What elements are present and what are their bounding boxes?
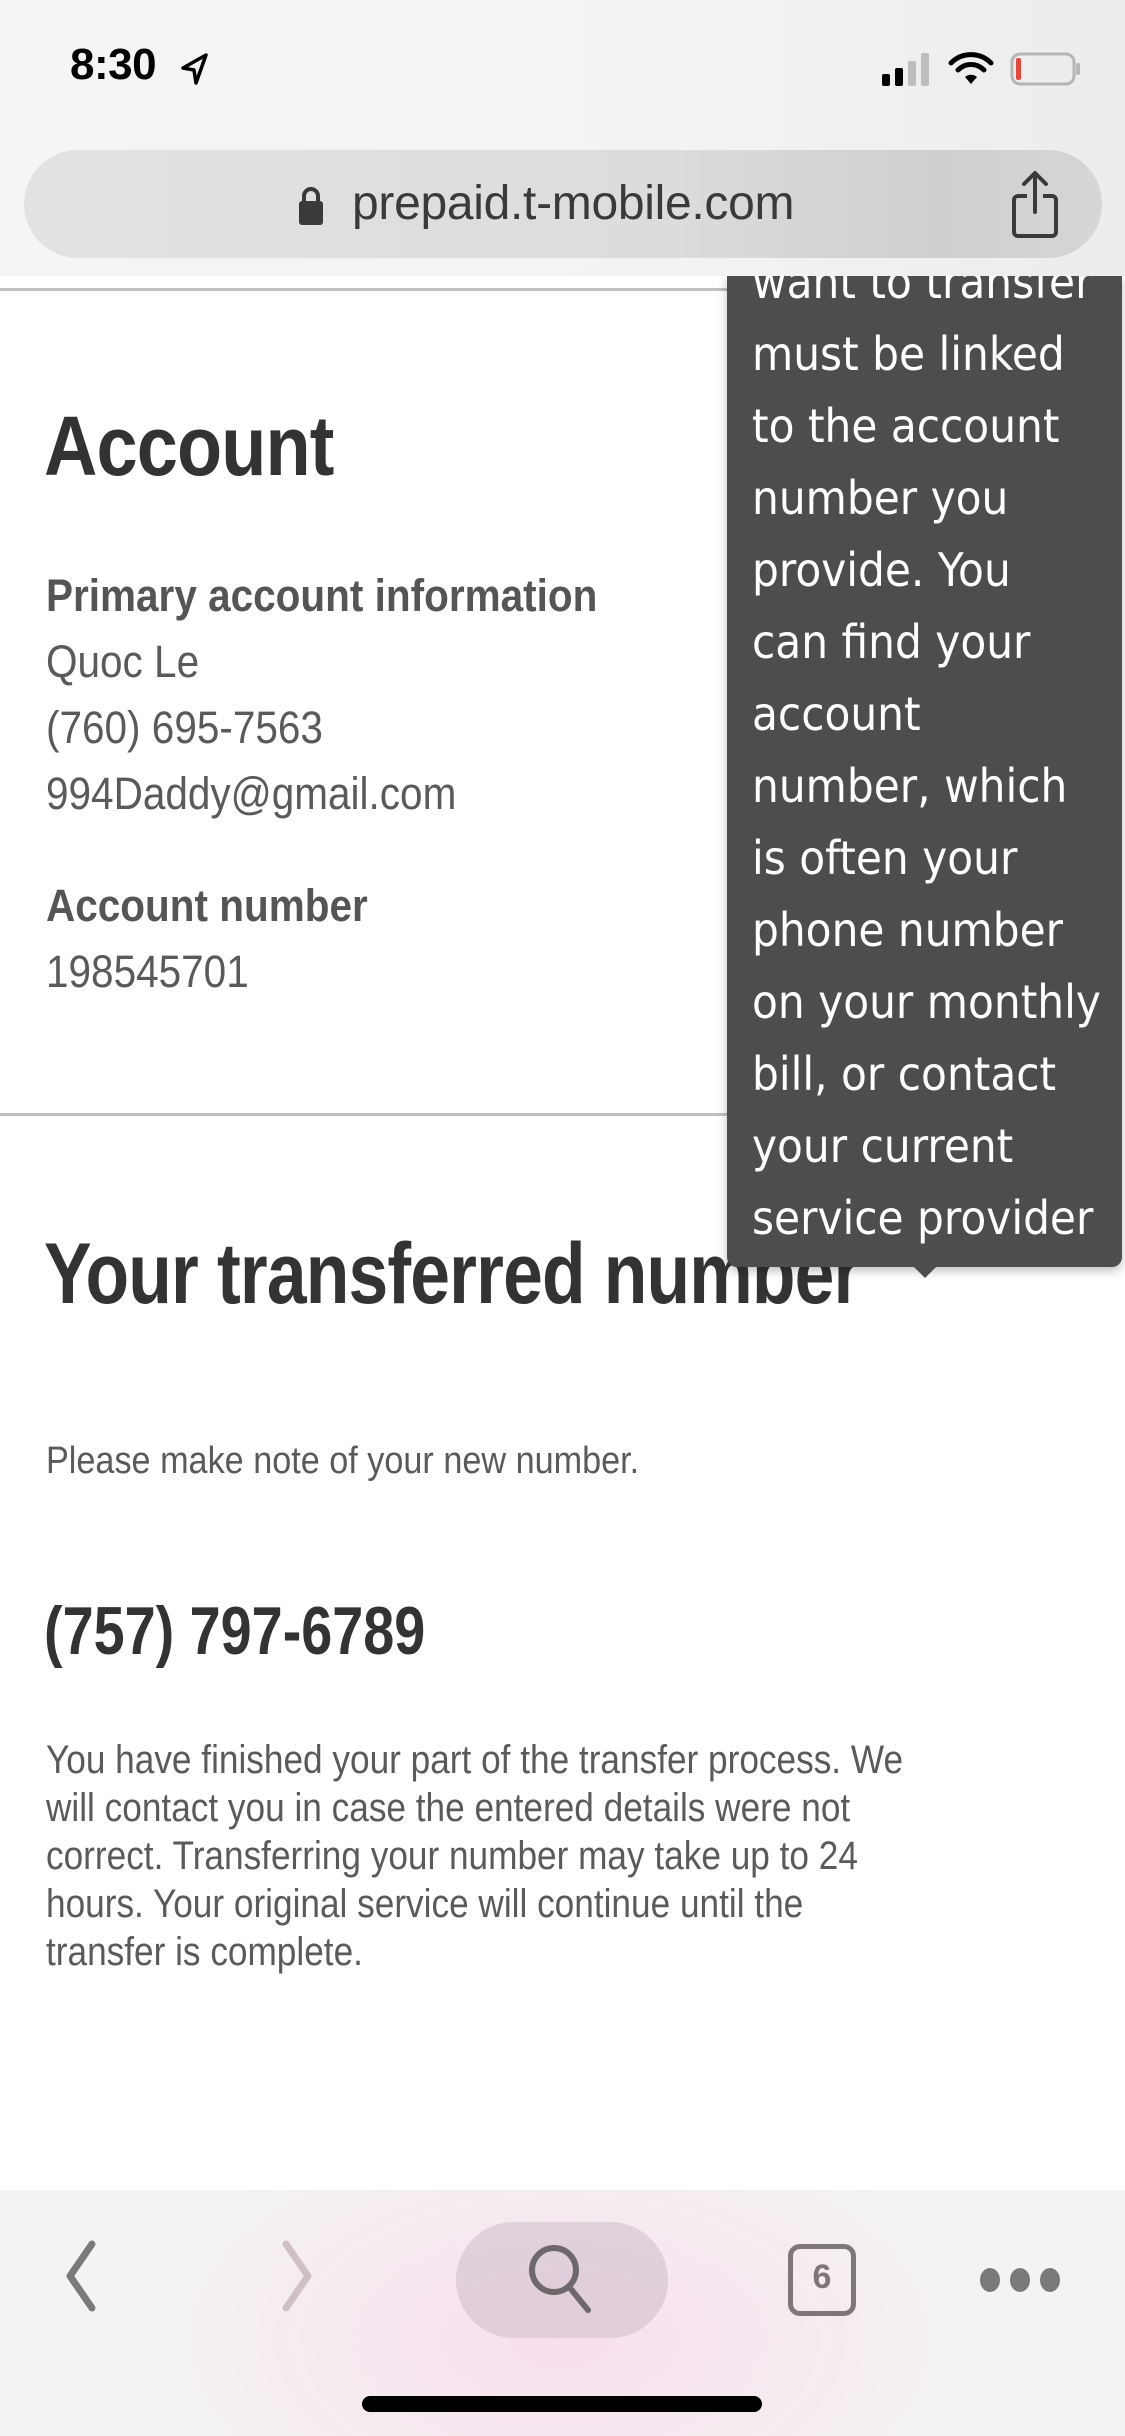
home-indicator[interactable] (362, 2396, 762, 2412)
tooltip-text: want to transfer must be linked to the a… (752, 246, 1101, 1254)
tabs-button[interactable]: 6 (788, 2244, 858, 2318)
browser-top-chrome: 8:30 prepaid.t-mobile.com (0, 0, 1125, 276)
new-phone-number: (757) 797-6789 (44, 1593, 426, 1669)
account-email: 994Daddy@gmail.com (46, 768, 457, 819)
section-divider (0, 288, 727, 291)
tooltip-line: service provider (752, 1191, 1094, 1245)
tooltip-line: can find your (752, 615, 1031, 669)
tooltip-line: bill, or contact (752, 1047, 1057, 1101)
tooltip-line: number, which (752, 759, 1068, 813)
status-time: 8:30 (70, 40, 157, 89)
tooltip-line: must be linked (752, 327, 1065, 381)
primary-account-label: Primary account information (46, 570, 598, 621)
account-name: Quoc Le (46, 636, 200, 687)
tooltip-arrow (913, 1266, 937, 1278)
forward-button[interactable] (268, 2230, 328, 2320)
back-button[interactable] (50, 2230, 110, 2320)
battery-low-icon (1010, 52, 1080, 86)
account-number-label: Account number (46, 880, 368, 931)
tab-count: 6 (812, 2258, 832, 2296)
location-arrow-icon (181, 53, 208, 85)
wifi-icon (948, 52, 994, 84)
section-divider (0, 1113, 727, 1116)
help-tooltip: want to transfer must be linked to the a… (727, 255, 1122, 1267)
cellular-signal-icon (882, 53, 929, 86)
tooltip-line: your current (752, 1119, 1014, 1173)
account-phone: (760) 695-7563 (46, 702, 323, 753)
share-icon[interactable] (1010, 170, 1060, 240)
tooltip-line: to the account (752, 399, 1060, 453)
account-heading: Account (44, 399, 334, 493)
search-button[interactable] (456, 2222, 668, 2338)
tooltip-line: phone number (752, 903, 1064, 957)
lock-icon (299, 187, 323, 225)
tooltip-line: number you (752, 471, 1009, 525)
note-text: Please make note of your new number. (46, 1440, 640, 1482)
chevron-left-icon (66, 2240, 96, 2312)
tooltip-line: on your monthly (752, 975, 1101, 1029)
address-bar[interactable]: prepaid.t-mobile.com (24, 150, 1102, 258)
tooltip-line: is often your (752, 831, 1018, 885)
url-text[interactable]: prepaid.t-mobile.com (352, 176, 795, 231)
tooltip-line: provide. You (752, 543, 1011, 597)
tooltip-line: account (752, 687, 921, 741)
transfer-info-paragraph: You have finished your part of the trans… (46, 1738, 904, 1974)
search-icon (529, 2245, 591, 2313)
account-number-value: 198545701 (46, 946, 249, 997)
chevron-right-icon (282, 2240, 312, 2312)
more-button[interactable] (980, 2262, 1080, 2302)
